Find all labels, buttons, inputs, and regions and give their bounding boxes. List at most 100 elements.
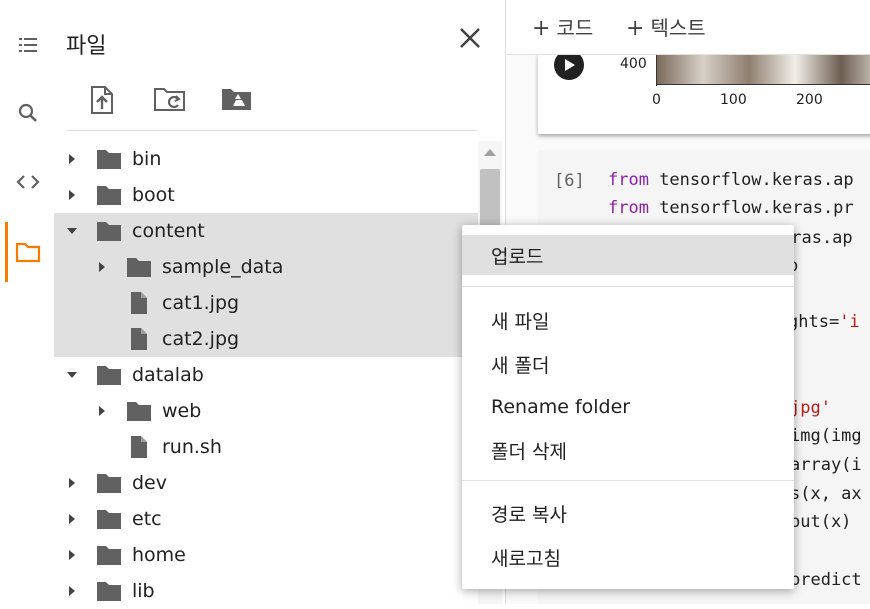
tree-row-content[interactable]: content bbox=[54, 213, 478, 249]
close-icon bbox=[460, 28, 480, 48]
tree-row-run-sh[interactable]: run.sh bbox=[54, 429, 478, 465]
tree-item-label: etc bbox=[132, 508, 162, 530]
code-line: from tensorflow.keras.ap bbox=[608, 170, 854, 190]
menu-item-copy-path[interactable]: 경로 복사 bbox=[462, 493, 794, 533]
upload-button[interactable] bbox=[82, 82, 122, 118]
tree-row-etc[interactable]: etc bbox=[54, 501, 478, 537]
folder-icon bbox=[126, 399, 152, 423]
tree-item-label: bin bbox=[132, 148, 162, 170]
tree-item-label: sample_data bbox=[162, 256, 284, 278]
code-line: ghts='i bbox=[788, 312, 860, 332]
caret-right-icon[interactable] bbox=[64, 475, 80, 491]
menu-item-new-folder[interactable]: 새 폴더 bbox=[462, 344, 794, 384]
output-image bbox=[657, 54, 870, 85]
menu-item-delete-folder[interactable]: 폴더 삭제 bbox=[462, 430, 794, 470]
file-icon bbox=[126, 327, 152, 351]
menu-item-label: 새로고침 bbox=[491, 547, 561, 570]
tree-row-sample-data[interactable]: sample_data bbox=[54, 249, 478, 285]
mount-drive-button[interactable] bbox=[217, 82, 257, 118]
code-line: put(x) bbox=[790, 512, 851, 532]
code-string: 'i bbox=[839, 312, 860, 332]
play-icon bbox=[565, 59, 575, 71]
caret-right-icon[interactable] bbox=[64, 583, 80, 599]
menu-divider bbox=[462, 480, 794, 481]
folder-icon bbox=[96, 471, 122, 495]
code-text: img(img bbox=[790, 426, 862, 446]
tree-row-web[interactable]: web bbox=[54, 393, 478, 429]
code-line: s(x, ax bbox=[790, 484, 862, 504]
tree-row-dev[interactable]: dev bbox=[54, 465, 478, 501]
mount-drive-icon bbox=[222, 89, 251, 110]
file-icon bbox=[126, 435, 152, 459]
caret-right-icon[interactable] bbox=[64, 187, 80, 203]
code-line: img(img bbox=[790, 426, 862, 446]
caret-down-icon[interactable] bbox=[64, 367, 80, 383]
caret-right-icon[interactable] bbox=[94, 403, 110, 419]
folder-icon bbox=[96, 543, 122, 567]
panel-divider bbox=[66, 130, 478, 131]
scroll-up-arrow[interactable] bbox=[484, 149, 496, 156]
table-of-contents-button[interactable] bbox=[8, 25, 48, 65]
code-snippets-button[interactable] bbox=[8, 162, 48, 202]
caret-right-icon[interactable] bbox=[64, 511, 80, 527]
tree-item-label: home bbox=[132, 544, 186, 566]
folder-icon bbox=[15, 242, 41, 263]
folder-icon bbox=[96, 219, 122, 243]
code-text: predict bbox=[790, 570, 862, 590]
tree-item-label: lib bbox=[132, 580, 155, 602]
x-tick-label: 0 bbox=[652, 92, 661, 108]
menu-item-label: 경로 복사 bbox=[491, 503, 567, 526]
tree-item-label: dev bbox=[132, 472, 167, 494]
plus-icon: + bbox=[532, 16, 551, 41]
image-y-axis bbox=[656, 54, 657, 86]
folder-icon bbox=[96, 147, 122, 171]
code-text: put(x) bbox=[790, 512, 852, 532]
menu-item-label: 새 폴더 bbox=[491, 354, 550, 377]
folder-icon bbox=[96, 579, 122, 603]
add-text-button[interactable]: + 텍스트 bbox=[626, 12, 706, 41]
code-icon bbox=[16, 175, 40, 189]
execution-count: [6] bbox=[554, 171, 585, 191]
tree-item-label: cat1.jpg bbox=[162, 292, 240, 314]
tree-row-home[interactable]: home bbox=[54, 537, 478, 573]
refresh-folder-icon bbox=[154, 88, 185, 111]
plus-icon: + bbox=[626, 16, 645, 41]
toc-icon bbox=[19, 38, 37, 52]
tree-row-bin[interactable]: bin bbox=[54, 141, 478, 177]
menu-item-refresh[interactable]: 새로고침 bbox=[462, 537, 794, 577]
code-line: jpg' bbox=[790, 398, 831, 418]
caret-right-icon[interactable] bbox=[94, 259, 110, 275]
close-panel-button[interactable] bbox=[454, 22, 486, 54]
folder-icon bbox=[96, 507, 122, 531]
refresh-button[interactable] bbox=[150, 82, 190, 118]
tree-item-label: content bbox=[132, 220, 205, 242]
tree-row-cat1-jpg[interactable]: cat1.jpg bbox=[54, 285, 478, 321]
code-text: array(i bbox=[790, 455, 862, 475]
y-tick-label: 400 bbox=[620, 56, 647, 72]
files-panel: 파일 bin boot content sample_data cat1.jpg cat2… bbox=[54, 0, 504, 604]
code-keyword: from bbox=[608, 198, 649, 218]
tree-row-cat2-jpg[interactable]: cat2.jpg bbox=[54, 321, 478, 357]
search-button[interactable] bbox=[8, 93, 48, 133]
code-string: jpg' bbox=[790, 398, 831, 418]
upload-file-icon bbox=[91, 86, 113, 114]
activity-rail bbox=[0, 0, 54, 604]
menu-item-new-file[interactable]: 새 파일 bbox=[462, 300, 794, 340]
caret-down-icon[interactable] bbox=[64, 223, 80, 239]
code-text: ghts= bbox=[788, 312, 840, 332]
tree-item-label: boot bbox=[132, 184, 175, 206]
caret-right-icon[interactable] bbox=[64, 547, 80, 563]
tree-row-datalab[interactable]: datalab bbox=[54, 357, 478, 393]
folder-icon bbox=[126, 255, 152, 279]
add-code-button[interactable]: + 코드 bbox=[532, 12, 593, 41]
code-text: tensorflow.keras.ap bbox=[648, 170, 854, 190]
add-code-label: 코드 bbox=[556, 16, 594, 40]
caret-right-icon[interactable] bbox=[64, 151, 80, 167]
tree-item-label: cat2.jpg bbox=[162, 328, 240, 350]
menu-item-rename-folder[interactable]: Rename folder bbox=[462, 387, 794, 427]
menu-divider bbox=[462, 286, 794, 287]
files-button[interactable] bbox=[8, 232, 48, 272]
menu-item-upload[interactable]: 업로드 bbox=[462, 235, 794, 275]
panel-title: 파일 bbox=[66, 34, 107, 59]
tree-row-boot[interactable]: boot bbox=[54, 177, 478, 213]
